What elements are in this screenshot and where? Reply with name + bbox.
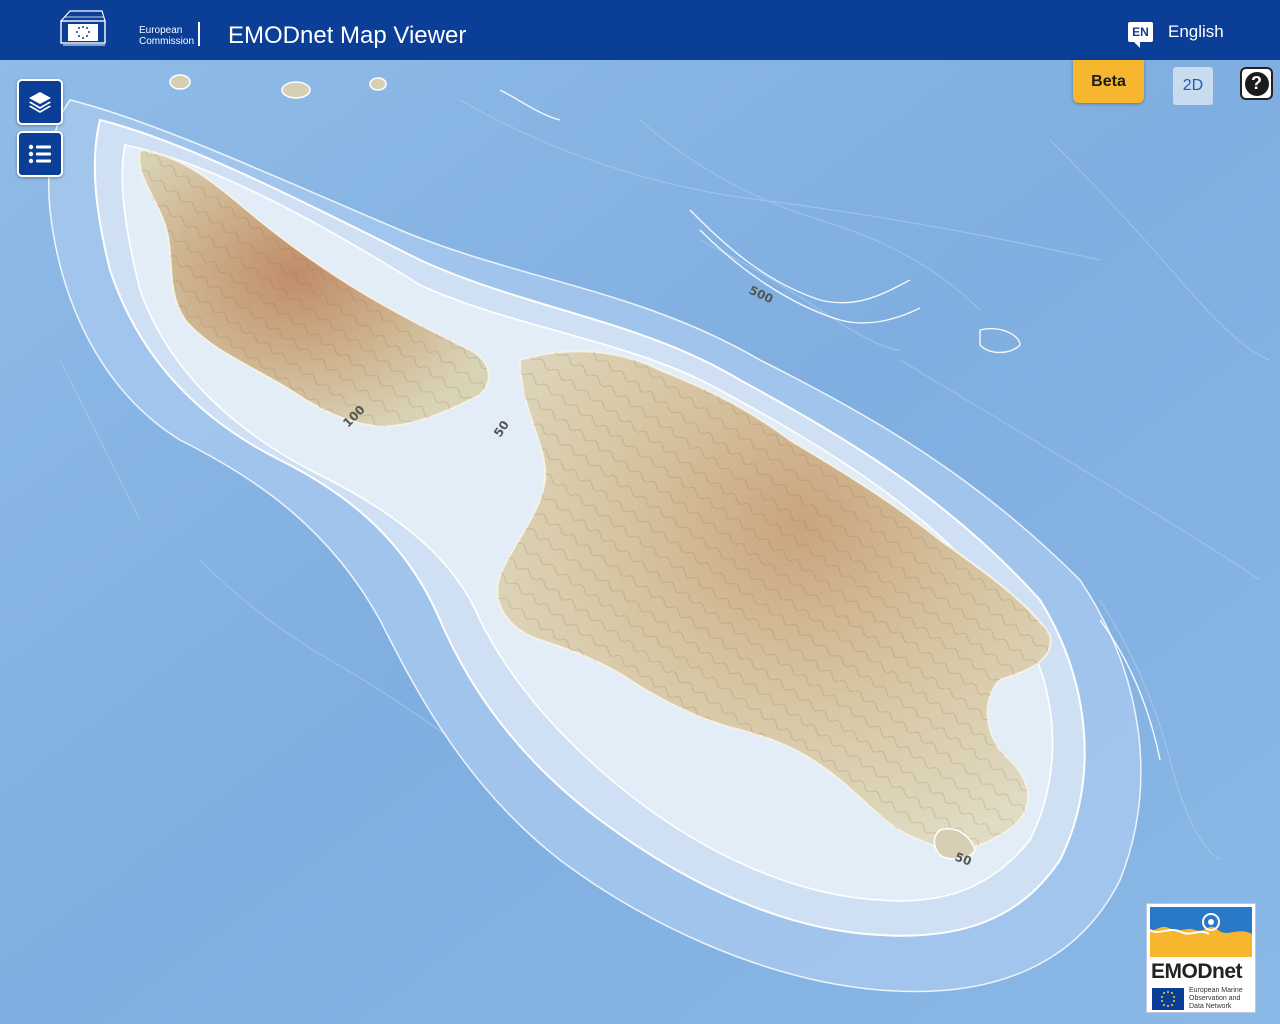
- layers-button[interactable]: [17, 79, 63, 125]
- emodnet-sub-line1: European Marine: [1189, 987, 1243, 994]
- help-button[interactable]: ?: [1240, 67, 1273, 100]
- language-label: English: [1168, 22, 1224, 41]
- map-canvas[interactable]: 500 100 50 50: [0, 60, 1280, 1024]
- islet-2: [281, 81, 311, 99]
- eu-flag-icon: [1152, 988, 1184, 1010]
- islet-1: [169, 74, 191, 90]
- emodnet-name: EMODnet: [1151, 960, 1243, 983]
- emodnet-logo[interactable]: EMODnet European Marine Observation and …: [1146, 903, 1256, 1013]
- legend-list-button[interactable]: [17, 131, 63, 177]
- language-selector[interactable]: EN English: [1128, 19, 1224, 48]
- islet-3: [369, 77, 387, 91]
- emodnet-wave-icon: [1149, 907, 1252, 957]
- emodnet-sub-line2: Observation and: [1189, 995, 1241, 1002]
- speech-bubble-icon: EN: [1128, 22, 1153, 48]
- app-title: EMODnet Map Viewer: [228, 22, 467, 49]
- european-commission-name: European Commission: [139, 25, 194, 47]
- header-separator: [198, 22, 200, 46]
- beta-badge[interactable]: Beta: [1073, 60, 1144, 103]
- org-line1: European: [139, 25, 183, 36]
- view-mode-2d-button[interactable]: 2D: [1173, 67, 1213, 105]
- bathymetry-map: 500 100 50 50: [0, 60, 1280, 1024]
- list-icon: [28, 144, 51, 164]
- top-header: European Commission EMODnet Map Viewer E…: [0, 0, 1280, 60]
- language-code: EN: [1132, 25, 1149, 39]
- layers-icon: [29, 92, 51, 113]
- org-line2: Commission: [139, 36, 195, 47]
- emodnet-sub-line3: Data Network: [1189, 1003, 1232, 1010]
- help-icon: ?: [1244, 71, 1269, 96]
- emodnet-subtitle: European Marine Observation and Data Net…: [1189, 987, 1243, 1011]
